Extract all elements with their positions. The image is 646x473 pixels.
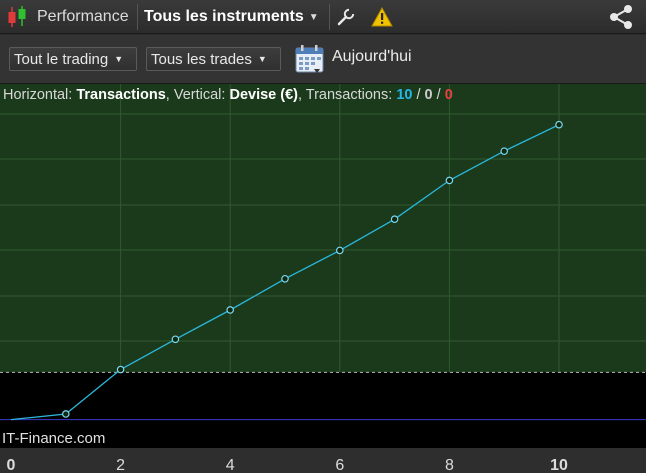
legend-v-value: Devise (€) — [229, 87, 298, 103]
chevron-down-icon: ▼ — [308, 11, 319, 23]
chart-positive-area — [0, 84, 646, 373]
data-point — [62, 410, 70, 418]
chevron-down-icon: ▼ — [257, 54, 267, 64]
equity-chart[interactable]: 0 2 4 6 8 10 — [0, 84, 646, 473]
wrench-icon[interactable] — [334, 0, 358, 34]
x-tick-label: 10 — [550, 457, 568, 473]
trades-dropdown-label: Tous les trades — [151, 50, 252, 68]
chevron-down-icon: ▼ — [114, 54, 124, 64]
transactions-losses: 0 — [444, 87, 453, 103]
legend-sep: / — [412, 87, 425, 103]
x-tick-label: 2 — [116, 457, 125, 473]
top-toolbar: Performance Tous les instruments ▼ — [0, 0, 646, 34]
instrument-label: Tous les instruments — [144, 8, 304, 25]
data-point — [226, 306, 235, 314]
data-point — [116, 365, 125, 374]
data-point — [555, 120, 563, 129]
calendar-icon[interactable] — [294, 44, 326, 76]
transactions-wins: 0 — [424, 87, 433, 103]
chart-legend: Horizontal: Transactions, Vertical: Devi… — [3, 87, 453, 103]
legend-t-prefix: , Transactions: — [297, 87, 397, 103]
share-icon[interactable] — [604, 0, 638, 34]
legend-v-prefix: , Vertical: — [165, 87, 230, 103]
x-axis-strip — [0, 448, 646, 473]
filter-bar: Tout le trading ▼ Tous les trades ▼ Aujo… — [0, 35, 646, 84]
legend-sep: / — [432, 87, 445, 103]
x-tick-label: 8 — [445, 457, 454, 473]
watermark: IT-Finance.com — [2, 430, 106, 447]
data-point — [390, 215, 399, 224]
transactions-total: 10 — [396, 87, 413, 103]
data-point — [500, 147, 509, 155]
legend-h-prefix: Horizontal: — [3, 87, 77, 103]
x-tick-label: 0 — [7, 457, 16, 473]
instrument-selector[interactable]: Tous les instruments ▼ — [144, 0, 319, 34]
legend-h-value: Transactions — [76, 87, 166, 103]
warning-icon[interactable] — [370, 0, 394, 34]
trading-dropdown[interactable]: Tout le trading ▼ — [9, 47, 137, 71]
data-point — [171, 335, 180, 344]
trading-dropdown-label: Tout le trading — [14, 50, 109, 68]
data-point — [445, 176, 454, 185]
trades-dropdown[interactable]: Tous les trades ▼ — [146, 47, 281, 71]
toolbar-divider — [329, 4, 330, 30]
toolbar-divider — [137, 4, 138, 30]
candlestick-icon[interactable] — [4, 0, 30, 34]
data-point — [335, 246, 344, 255]
data-point — [281, 274, 289, 283]
date-range-label[interactable]: Aujourd'hui — [332, 48, 412, 66]
x-tick-label: 6 — [335, 457, 344, 473]
x-tick-label: 4 — [226, 457, 235, 473]
app-title: Performance — [37, 8, 129, 25]
